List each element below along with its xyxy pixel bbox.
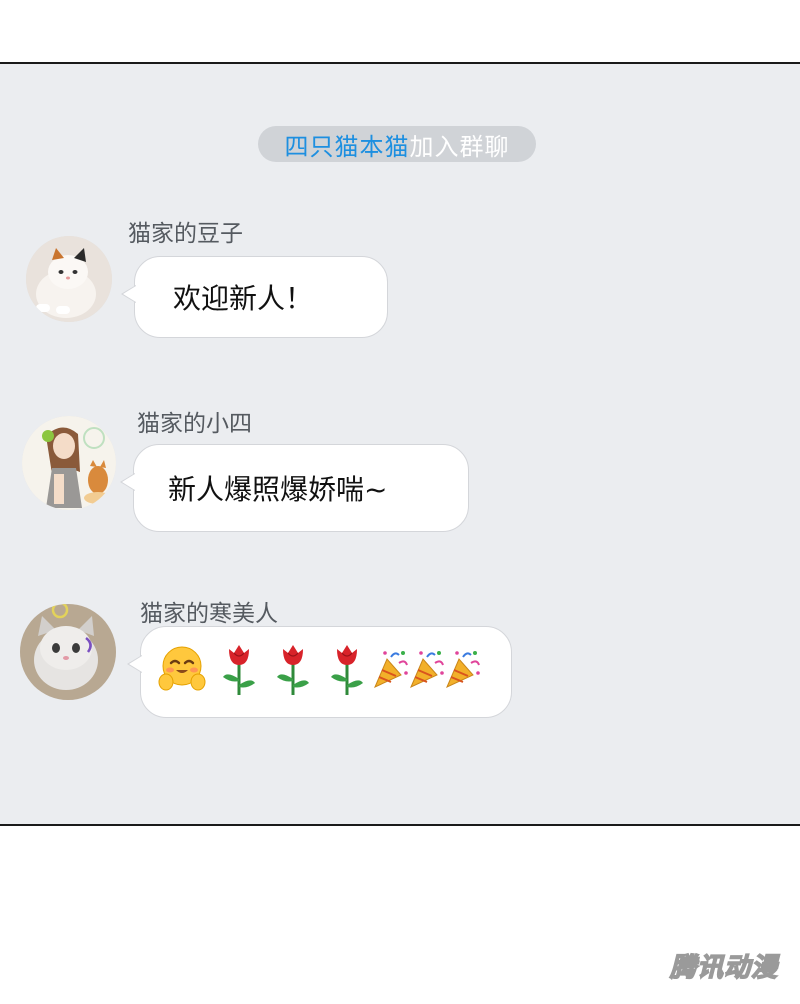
message-text: 新人爆照爆娇喘~ [168,473,388,506]
rose-emoji [217,641,261,704]
rose-emoji [271,641,315,704]
gray-kitten-avatar-icon[interactable] [20,604,116,700]
girl-with-cat-avatar-icon[interactable] [22,416,116,510]
join-action-text: 加入群聊 [409,132,510,161]
sender-name: 猫家的寒美人 [140,601,278,627]
blush-face-emoji [157,644,207,701]
sender-name: 猫家的豆子 [128,221,243,247]
party-popper-emoji [373,649,409,696]
message-bubble[interactable]: 新人爆照爆娇喘~ [120,444,469,532]
emoji-row [141,641,481,704]
watermark-logo: 腾讯动漫 [669,952,778,984]
party-popper-emoji [409,649,445,696]
new-member-name[interactable]: 四只猫本猫 [285,127,410,162]
message-text: 欢迎新人！ [173,282,314,315]
join-notice: 四只猫本猫 加入群聊 [258,126,536,162]
party-popper-emoji [445,649,481,696]
sender-name: 猫家的小四 [137,411,252,437]
rose-emoji [325,641,369,704]
kitten-avatar-icon[interactable] [26,236,112,322]
message-bubble[interactable]: 欢迎新人！ [121,256,388,338]
message-bubble[interactable] [127,626,512,718]
chat-panel: 四只猫本猫 加入群聊 猫家的豆子 欢迎新人！ 猫家的小四 新人爆照爆娇喘~ 猫家… [0,62,800,826]
